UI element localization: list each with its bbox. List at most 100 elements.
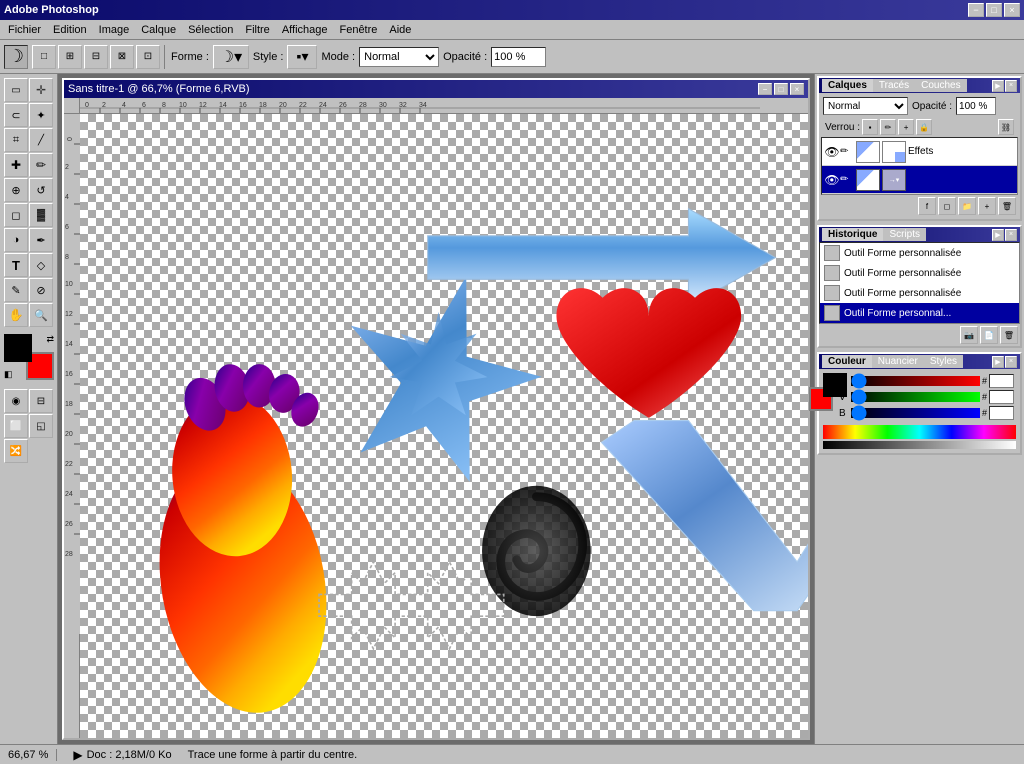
lock-all[interactable]: 🔒 <box>916 119 932 135</box>
foreground-color-swatch[interactable] <box>4 334 32 362</box>
lock-image[interactable]: ✏ <box>880 119 896 135</box>
hand-tool[interactable]: ✋ <box>4 303 28 327</box>
shape-tool[interactable]: ◇ <box>29 253 53 277</box>
layers-panel-expand[interactable]: ▶ <box>992 80 1004 92</box>
shape-subtract-btn[interactable]: ⊟ <box>84 45 108 69</box>
opacite-input[interactable] <box>491 47 546 67</box>
magic-wand-tool[interactable]: ✦ <box>29 103 53 127</box>
crop-tool[interactable]: ⌗ <box>4 128 28 152</box>
maximize-button[interactable]: □ <box>986 3 1002 17</box>
move-tool[interactable]: ✛ <box>29 78 53 102</box>
menu-edition[interactable]: Edition <box>47 22 93 38</box>
tab-couches[interactable]: Couches <box>915 79 966 92</box>
layer-visibility-eye[interactable]: 👁 <box>824 144 840 160</box>
brush-tool[interactable]: ✏ <box>29 153 53 177</box>
layer-new-btn[interactable]: + <box>978 197 996 215</box>
menu-fenetre[interactable]: Fenêtre <box>333 22 383 38</box>
menu-image[interactable]: Image <box>93 22 136 38</box>
lasso-tool[interactable]: ⊂ <box>4 103 28 127</box>
history-panel-expand[interactable]: ▶ <box>992 229 1004 241</box>
stamp-tool[interactable]: ⊕ <box>4 178 28 202</box>
pen-tool[interactable]: ✒ <box>29 228 53 252</box>
tab-couleur[interactable]: Couleur <box>822 355 872 368</box>
history-item-1[interactable]: Outil Forme personnalisée <box>820 243 1019 263</box>
history-brush-tool[interactable]: ↺ <box>29 178 53 202</box>
fg-color-swatch[interactable] <box>823 373 847 397</box>
layer-mask-btn[interactable]: ◻ <box>938 197 956 215</box>
shape-intersect-btn[interactable]: ⊠ <box>110 45 134 69</box>
slice-tool[interactable]: ╱ <box>29 128 53 152</box>
canvas-maximize[interactable]: □ <box>774 83 788 95</box>
mode-select[interactable]: Normal <box>359 47 439 67</box>
tab-traces[interactable]: Tracés <box>873 79 915 92</box>
screen-mode-2[interactable]: ◱ <box>29 414 53 438</box>
opacite-field[interactable] <box>956 97 996 115</box>
menu-affichage[interactable]: Affichage <box>276 22 334 38</box>
history-item-2[interactable]: Outil Forme personnalisée <box>820 263 1019 283</box>
gray-spectrum[interactable] <box>823 441 1016 449</box>
notes-tool[interactable]: ✎ <box>4 278 28 302</box>
menu-aide[interactable]: Aide <box>383 22 417 38</box>
zoom-tool[interactable]: 🔍 <box>29 303 53 327</box>
b-value[interactable]: 00 <box>989 406 1014 420</box>
color-panel-close[interactable]: × <box>1005 356 1017 368</box>
marquee-tool[interactable]: ▭ <box>4 78 28 102</box>
lock-transparent[interactable]: ▪ <box>862 119 878 135</box>
tab-styles[interactable]: Styles <box>924 355 963 368</box>
lock-position[interactable]: + <box>898 119 914 135</box>
layer-item-forme6[interactable]: 👁 ✏ →▾ <box>822 166 1017 194</box>
history-delete-btn[interactable]: 🗑 <box>1000 326 1018 344</box>
text-tool[interactable]: T <box>4 253 28 277</box>
b-slider[interactable] <box>851 408 980 418</box>
history-item-4[interactable]: Outil Forme personnal... <box>820 303 1019 323</box>
eraser-tool[interactable]: ◻ <box>4 203 28 227</box>
r-value[interactable]: 00 <box>989 374 1014 388</box>
canvas-minimize[interactable]: − <box>758 83 772 95</box>
menu-selection[interactable]: Sélection <box>182 22 239 38</box>
shape-tool-icon[interactable]: ☽ <box>4 45 28 69</box>
dodge-tool[interactable]: ◑ <box>4 228 28 252</box>
minimize-button[interactable]: − <box>968 3 984 17</box>
quick-mask-mode[interactable]: ◉ <box>4 389 28 413</box>
color-spectrum[interactable] <box>823 425 1016 439</box>
gradient-tool[interactable]: ▓ <box>29 203 53 227</box>
default-colors-icon[interactable]: ◧ <box>4 369 13 380</box>
edit-mode[interactable]: ⊟ <box>29 389 53 413</box>
heal-tool[interactable]: ✚ <box>4 153 28 177</box>
tab-scripts[interactable]: Scripts <box>883 228 926 241</box>
jump-to-image-ready[interactable]: 🔀 <box>4 439 28 463</box>
swap-colors-icon[interactable]: ⇄ <box>46 334 54 345</box>
history-snapshot-btn[interactable]: 📷 <box>960 326 978 344</box>
r-slider[interactable] <box>851 376 980 386</box>
layer-mode-select[interactable]: Normal <box>823 97 908 115</box>
eyedropper-tool[interactable]: ⊘ <box>29 278 53 302</box>
menu-filtre[interactable]: Filtre <box>239 22 275 38</box>
menu-calque[interactable]: Calque <box>135 22 182 38</box>
layer-visibility-eye-2[interactable]: 👁 <box>824 172 840 188</box>
layer-item-effets[interactable]: 👁 ✏ Effets <box>822 138 1017 166</box>
shape-exclude-btn[interactable]: ⊡ <box>136 45 160 69</box>
lock-chain[interactable]: ⛓ <box>998 119 1014 135</box>
layer-group-btn[interactable]: 📁 <box>958 197 976 215</box>
layers-panel-close[interactable]: × <box>1005 80 1017 92</box>
shape-add-btn[interactable]: ⊞ <box>58 45 82 69</box>
menu-fichier[interactable]: Fichier <box>2 22 47 38</box>
shape-new-btn[interactable]: □ <box>32 45 56 69</box>
canvas-viewport[interactable] <box>80 114 808 738</box>
tab-historique[interactable]: Historique <box>822 228 883 241</box>
color-panel-expand[interactable]: ▶ <box>992 356 1004 368</box>
layer-style-btn[interactable]: f <box>918 197 936 215</box>
g-slider[interactable] <box>851 392 980 402</box>
style-picker[interactable]: ▪▾ <box>287 45 317 69</box>
history-new-doc-btn[interactable]: 📄 <box>980 326 998 344</box>
close-button[interactable]: × <box>1004 3 1020 17</box>
history-panel-close[interactable]: × <box>1005 229 1017 241</box>
screen-mode[interactable]: ⬜ <box>4 414 28 438</box>
g-value[interactable]: 00 <box>989 390 1014 404</box>
layer-delete-btn[interactable]: 🗑 <box>998 197 1016 215</box>
tab-calques[interactable]: Calques <box>822 79 873 92</box>
history-item-3[interactable]: Outil Forme personnalisée <box>820 283 1019 303</box>
forme-picker[interactable]: ☽▾ <box>213 45 249 69</box>
tab-nuancier[interactable]: Nuancier <box>872 355 924 368</box>
canvas-close[interactable]: × <box>790 83 804 95</box>
